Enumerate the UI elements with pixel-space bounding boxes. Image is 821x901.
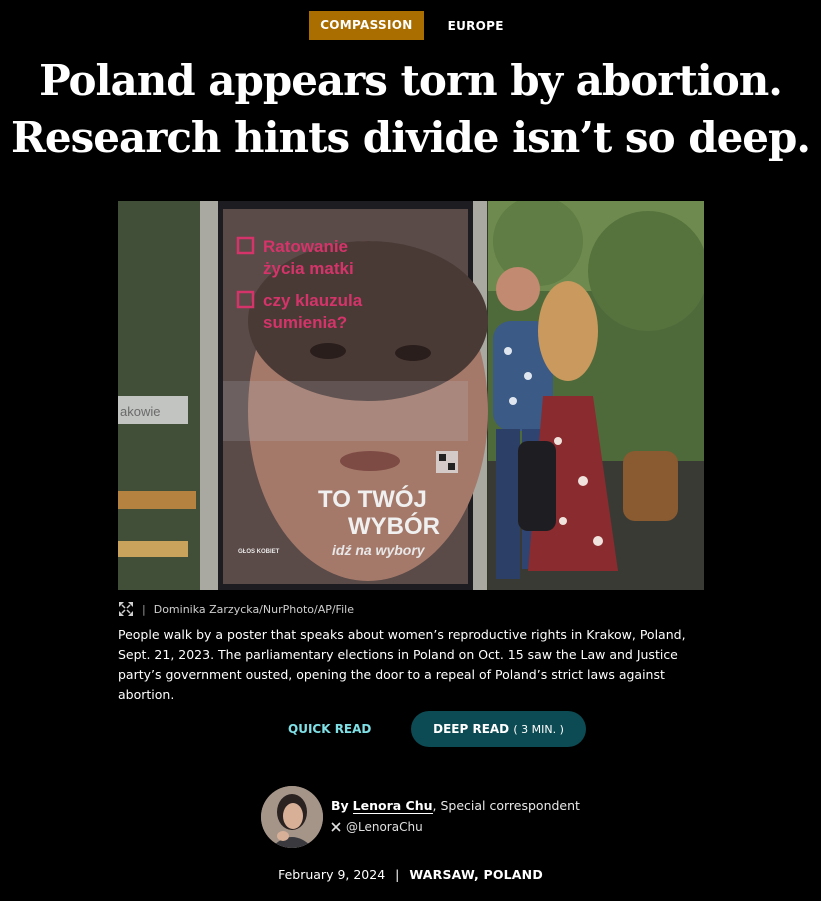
photo-caption: People walk by a poster that speaks abou… xyxy=(118,627,686,702)
tag-europe[interactable]: EUROPE xyxy=(448,19,504,33)
poster-big-2: WYBÓR xyxy=(348,512,440,540)
poster-line-2: życia matki xyxy=(263,259,354,278)
author-avatar[interactable] xyxy=(261,786,323,848)
poster-line-3: czy klauzula xyxy=(263,291,363,310)
dateline: February 9, 2024 | WARSAW, POLAND xyxy=(0,867,821,882)
quick-read-button[interactable]: QUICK READ xyxy=(288,711,371,747)
article-headline: Poland appears torn by abortion. Researc… xyxy=(0,52,821,166)
poster-logo: GŁOS KOBIET xyxy=(238,549,280,555)
byline-by: By xyxy=(331,798,349,813)
poster-line-1: Ratowanie xyxy=(263,237,348,256)
author-role: , Special correspondent xyxy=(432,798,580,813)
photo-credit-row: | Dominika Zarzycka/NurPhoto/AP/File xyxy=(118,600,704,618)
dateline-separator: | xyxy=(395,867,400,882)
deep-read-label: DEEP READ xyxy=(433,722,510,736)
tag-compassion[interactable]: COMPASSION xyxy=(309,11,424,40)
publish-date: February 9, 2024 xyxy=(278,867,386,882)
deep-read-button[interactable]: DEEP READ ( 3 MIN. ) xyxy=(411,711,586,747)
poster-sub: idź na wybory xyxy=(332,542,426,558)
author-twitter[interactable]: @LenoraChu xyxy=(331,820,423,834)
stop-sign-text: akowie xyxy=(120,404,160,419)
poster-line-4: sumienia? xyxy=(263,313,347,332)
deep-read-minutes: ( 3 MIN. ) xyxy=(513,723,564,736)
author-photo xyxy=(261,786,323,848)
headline-line-1: Poland appears torn by abortion. xyxy=(39,56,783,105)
author-twitter-handle: @LenoraChu xyxy=(346,820,423,834)
read-length-toggle: QUICK READ DEEP READ ( 3 MIN. ) xyxy=(0,711,821,747)
headline-line-2: Research hints divide isn’t so deep. xyxy=(10,113,811,162)
author-name-link[interactable]: Lenora Chu xyxy=(352,798,433,814)
credit-separator: | xyxy=(142,602,146,616)
dateline-location: WARSAW, POLAND xyxy=(409,867,543,882)
author-line: By Lenora Chu, Special correspondent xyxy=(331,798,580,814)
expand-icon[interactable] xyxy=(118,601,134,617)
poster-big-1: TO TWÓJ xyxy=(318,485,427,513)
lead-photo-illustration: akowie Ratowanie życia matki czy klauzul… xyxy=(118,201,704,590)
lead-photo[interactable]: akowie Ratowanie życia matki czy klauzul… xyxy=(118,201,704,590)
x-twitter-icon xyxy=(331,822,341,832)
photo-credit: Dominika Zarzycka/NurPhoto/AP/File xyxy=(153,602,354,616)
section-tags: COMPASSION EUROPE xyxy=(0,11,821,40)
